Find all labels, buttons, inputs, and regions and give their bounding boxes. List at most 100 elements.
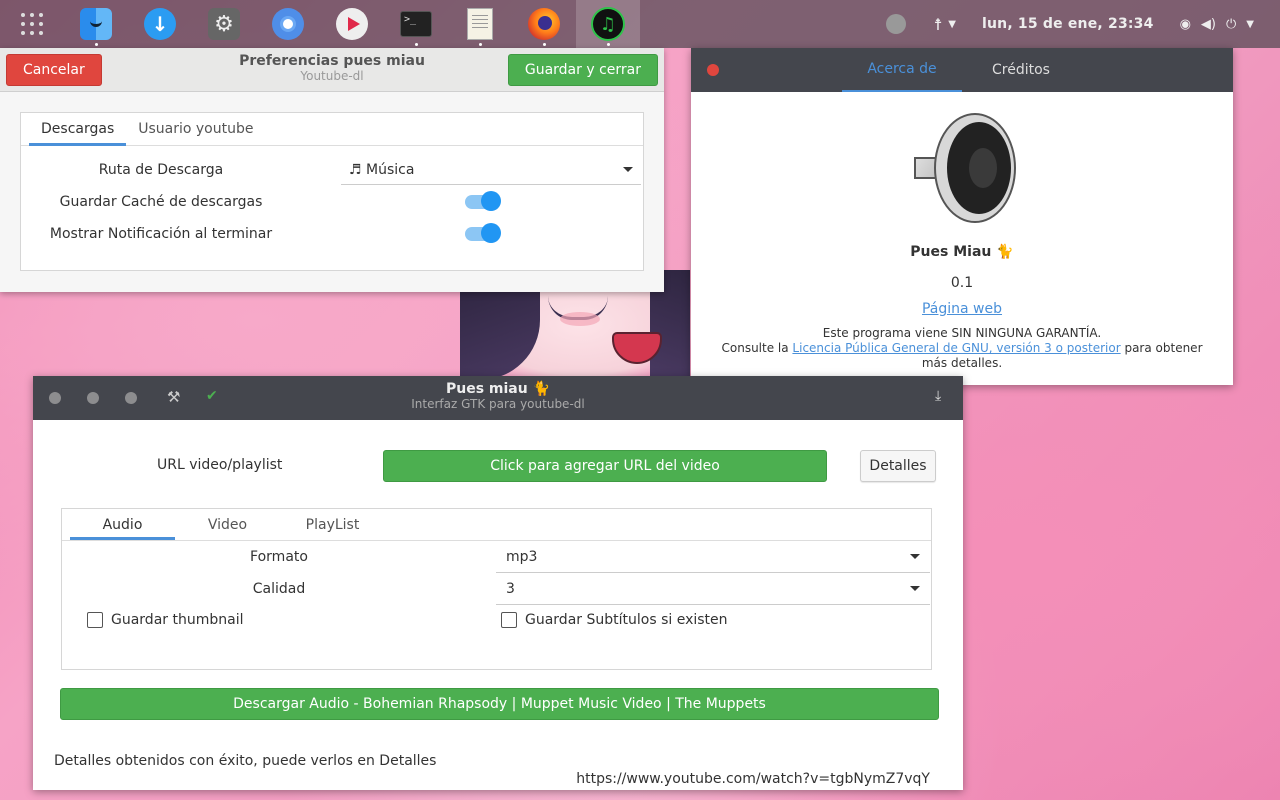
- music-note-icon: ♬: [349, 161, 362, 178]
- app-grid-icon: [21, 13, 43, 35]
- url-label: URL video/playlist: [157, 457, 283, 473]
- quality-value: 3: [506, 580, 515, 597]
- website-link[interactable]: Página web: [691, 301, 1233, 317]
- close-button[interactable]: [707, 64, 719, 76]
- chevron-down-icon[interactable]: ▼: [1246, 19, 1254, 30]
- wallpaper-blush: [560, 312, 600, 326]
- accessibility-icon[interactable]: ☨: [934, 15, 943, 34]
- tab-acerca-de[interactable]: Acerca de: [842, 48, 962, 92]
- app-grid-launcher[interactable]: [0, 0, 64, 48]
- tab-descargas[interactable]: Descargas: [29, 113, 127, 146]
- tab-video[interactable]: Video: [175, 509, 280, 540]
- chevron-down-icon: [910, 586, 920, 591]
- downloads-icon: ↓: [144, 8, 176, 40]
- pues-miau-icon: ♫: [591, 7, 625, 41]
- preferences-tabs: Descargas Usuario youtube: [21, 113, 643, 146]
- main-title: Pues miau 🐈: [445, 381, 551, 397]
- format-select[interactable]: mp3: [496, 541, 930, 573]
- quality-row: Calidad 3: [62, 573, 931, 605]
- running-indicator: [479, 43, 482, 46]
- quality-label: Calidad: [252, 581, 306, 597]
- checkbox-icon: [87, 612, 103, 628]
- clock[interactable]: lun, 15 de ene, 23:34: [982, 16, 1154, 32]
- details-button[interactable]: Detalles: [860, 450, 936, 482]
- notify-label: Mostrar Notificación al terminar: [49, 226, 273, 242]
- running-indicator: [543, 43, 546, 46]
- main-window: ⚒ ✔ Pues miau 🐈 Interfaz GTK para youtub…: [33, 376, 963, 790]
- format-label: Formato: [250, 549, 308, 565]
- dock-item-media-player[interactable]: [320, 0, 384, 48]
- cache-row: Guardar Caché de descargas: [21, 186, 643, 218]
- quality-select[interactable]: 3: [496, 573, 930, 605]
- preferences-notebook: Descargas Usuario youtube Ruta de Descar…: [20, 112, 644, 271]
- dock-item-chromium[interactable]: [256, 0, 320, 48]
- text-editor-icon: [467, 8, 493, 40]
- dock-item-downloads[interactable]: ↓: [128, 0, 192, 48]
- preferences-window: Cancelar Preferencias pues miau Youtube-…: [0, 48, 664, 292]
- running-indicator: [607, 43, 610, 46]
- main-headerbar: ⚒ ✔ Pues miau 🐈 Interfaz GTK para youtub…: [33, 376, 963, 420]
- media-tabs: Audio Video PlayList: [62, 509, 931, 541]
- tab-creditos[interactable]: Créditos: [981, 48, 1061, 92]
- dock-item-text-editor[interactable]: [448, 0, 512, 48]
- preferences-headerbar: Cancelar Preferencias pues miau Youtube-…: [0, 48, 664, 92]
- subtitles-label: Guardar Subtítulos si existen: [525, 612, 728, 628]
- tab-usuario-youtube[interactable]: Usuario youtube: [126, 113, 265, 146]
- speaker-logo-icon: [914, 113, 1016, 223]
- checkbox-row: Guardar thumbnail Guardar Subtítulos si …: [62, 605, 931, 635]
- notifications-icon[interactable]: [885, 14, 906, 34]
- main-subtitle: Interfaz GTK para youtube-dl: [411, 397, 585, 411]
- video-url: https://www.youtube.com/watch?v=tgbNymZ7…: [576, 771, 930, 787]
- dock-item-firefox[interactable]: [512, 0, 576, 48]
- save-and-close-button[interactable]: Guardar y cerrar: [507, 53, 658, 86]
- thumbnail-checkbox[interactable]: Guardar thumbnail: [87, 612, 501, 628]
- dock-item-pues-miau[interactable]: ♫: [576, 0, 640, 48]
- notify-switch[interactable]: [465, 223, 501, 243]
- thumbnail-label: Guardar thumbnail: [111, 612, 244, 628]
- about-window: Acerca de Créditos Pues Miau 🐈 0.1 Págin…: [691, 48, 1233, 385]
- download-path-row: Ruta de Descarga ♬ Música: [21, 154, 643, 186]
- dock-item-terminal[interactable]: >_: [384, 0, 448, 48]
- top-panel: ↓ ⚙ >_ ♫ ☨ ▼ lun, 15 de ene, 23:34 ◉ ◀) …: [0, 0, 1280, 48]
- chevron-down-icon[interactable]: ▼: [948, 19, 956, 30]
- notify-row: Mostrar Notificación al terminar: [21, 218, 643, 250]
- cancel-button[interactable]: Cancelar: [6, 53, 102, 86]
- dock-item-finder[interactable]: [64, 0, 128, 48]
- download-path-label: Ruta de Descarga: [98, 162, 224, 178]
- license-line1: Este programa viene SIN NINGUNA GARANTÍA…: [822, 326, 1102, 340]
- about-headerbar: Acerca de Créditos: [691, 48, 1233, 92]
- app-version: 0.1: [950, 275, 974, 291]
- cache-switch[interactable]: [465, 191, 501, 211]
- chevron-down-icon: [623, 167, 633, 172]
- license-link[interactable]: Licencia Pública General de GNU, versión…: [792, 341, 1120, 355]
- firefox-icon: [528, 8, 560, 40]
- app-name: Pues Miau 🐈: [910, 244, 1014, 260]
- cat-icon: 🐈: [532, 381, 551, 397]
- tab-playlist[interactable]: PlayList: [280, 509, 385, 540]
- running-indicator: [415, 43, 418, 46]
- system-tray: ☨ ▼ lun, 15 de ene, 23:34 ◉ ◀) ⏻ ▼: [885, 0, 1264, 48]
- media-notebook: Audio Video PlayList Formato mp3 Calidad…: [61, 508, 932, 670]
- media-player-icon: [336, 8, 368, 40]
- volume-icon[interactable]: ◀): [1201, 17, 1216, 32]
- download-button[interactable]: Descargar Audio - Bohemian Rhapsody | Mu…: [60, 688, 939, 720]
- license-text: Este programa viene SIN NINGUNA GARANTÍA…: [711, 326, 1213, 371]
- chromium-icon: [272, 8, 304, 40]
- chevron-down-icon: [910, 554, 920, 559]
- terminal-icon: >_: [400, 11, 432, 37]
- download-path-value: Música: [366, 161, 415, 178]
- network-icon[interactable]: ◉: [1180, 17, 1191, 32]
- dock-item-settings[interactable]: ⚙: [192, 0, 256, 48]
- cache-label: Guardar Caché de descargas: [59, 194, 263, 210]
- finder-icon: [80, 8, 112, 40]
- download-path-select[interactable]: ♬ Música: [341, 155, 641, 185]
- main-title-block: Pues miau 🐈 Interfaz GTK para youtube-dl: [33, 381, 963, 411]
- status-message: Detalles obtenidos con éxito, puede verl…: [54, 753, 437, 769]
- tab-audio[interactable]: Audio: [70, 509, 175, 540]
- power-icon[interactable]: ⏻: [1226, 17, 1236, 32]
- subtitles-checkbox[interactable]: Guardar Subtítulos si existen: [501, 612, 728, 628]
- download-menu-icon[interactable]: ⤓: [935, 388, 949, 404]
- running-indicator: [95, 43, 98, 46]
- add-url-button[interactable]: Click para agregar URL del video: [383, 450, 827, 482]
- license-prefix: Consulte la: [721, 341, 793, 355]
